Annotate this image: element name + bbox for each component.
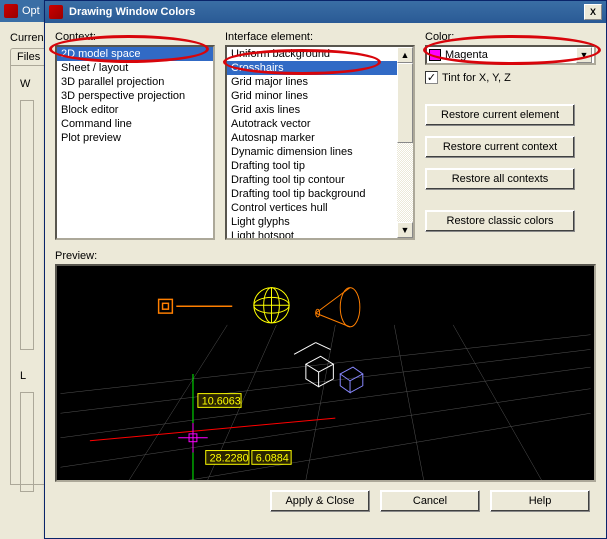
preview-label: Preview: xyxy=(55,250,596,262)
cancel-button[interactable]: Cancel xyxy=(380,490,480,512)
interface-item[interactable]: Light hotspot xyxy=(227,229,413,240)
restore-context-button[interactable]: Restore current context xyxy=(425,136,575,158)
svg-text:28.2280: 28.2280 xyxy=(210,452,249,464)
scroll-thumb[interactable] xyxy=(397,63,413,143)
context-item-command-line[interactable]: Command line xyxy=(57,117,213,131)
interface-scrollbar[interactable]: ▲ ▼ xyxy=(397,47,413,238)
interface-item[interactable]: Control vertices hull xyxy=(227,201,413,215)
options-group xyxy=(20,392,34,492)
close-icon: X xyxy=(590,8,596,17)
context-item-2d-model-space[interactable]: 2D model space xyxy=(57,47,213,61)
context-item-3d-perspective[interactable]: 3D perspective projection xyxy=(57,89,213,103)
close-button[interactable]: X xyxy=(584,4,602,20)
context-item-3d-parallel[interactable]: 3D parallel projection xyxy=(57,75,213,89)
interface-label: Interface element: xyxy=(225,31,415,43)
interface-item[interactable]: Grid axis lines xyxy=(227,103,413,117)
restore-all-button[interactable]: Restore all contexts xyxy=(425,168,575,190)
app-icon xyxy=(4,4,18,18)
interface-item-crosshairs[interactable]: Crosshairs xyxy=(227,61,413,75)
preview-svg: 10.6063 28.2280 6.0884 xyxy=(57,266,594,480)
interface-item[interactable]: Uniform background xyxy=(227,47,413,61)
tint-checkbox[interactable]: ✓ xyxy=(425,71,438,84)
dropdown-button[interactable]: ▼ xyxy=(576,47,592,63)
app-icon xyxy=(49,5,63,19)
context-listbox[interactable]: 2D model space Sheet / layout 3D paralle… xyxy=(55,45,215,240)
chevron-up-icon: ▲ xyxy=(401,51,410,60)
interface-item[interactable]: Drafting tool tip contour xyxy=(227,173,413,187)
restore-element-button[interactable]: Restore current element xyxy=(425,104,575,126)
interface-item[interactable]: Dynamic dimension lines xyxy=(227,145,413,159)
context-item-sheet-layout[interactable]: Sheet / layout xyxy=(57,61,213,75)
drawing-window-colors-dialog: Drawing Window Colors X Context: 2D mode… xyxy=(44,0,607,539)
scroll-track[interactable] xyxy=(397,63,413,222)
color-swatch-icon xyxy=(429,49,441,61)
interface-item[interactable]: Autotrack vector xyxy=(227,117,413,131)
options-title: Opt xyxy=(22,5,40,17)
chevron-down-icon: ▼ xyxy=(580,51,589,60)
interface-item[interactable]: Drafting tool tip background xyxy=(227,187,413,201)
tab-files[interactable]: Files xyxy=(10,48,47,65)
tint-label: Tint for X, Y, Z xyxy=(442,72,511,84)
scroll-down-button[interactable]: ▼ xyxy=(397,222,413,238)
color-dropdown[interactable]: Magenta ▼ xyxy=(425,45,596,65)
color-value: Magenta xyxy=(445,49,576,61)
chevron-down-icon: ▼ xyxy=(401,226,410,235)
context-item-block-editor[interactable]: Block editor xyxy=(57,103,213,117)
context-item-plot-preview[interactable]: Plot preview xyxy=(57,131,213,145)
apply-close-button[interactable]: Apply & Close xyxy=(270,490,370,512)
svg-text:6.0884: 6.0884 xyxy=(256,452,289,464)
options-group xyxy=(20,100,34,350)
preview-pane: 10.6063 28.2280 6.0884 xyxy=(55,264,596,482)
interface-item[interactable]: Grid major lines xyxy=(227,75,413,89)
interface-item[interactable]: Grid minor lines xyxy=(227,89,413,103)
restore-classic-button[interactable]: Restore classic colors xyxy=(425,210,575,232)
dialog-titlebar[interactable]: Drawing Window Colors X xyxy=(45,1,606,23)
scroll-up-button[interactable]: ▲ xyxy=(397,47,413,63)
check-icon: ✓ xyxy=(427,71,436,84)
context-label: Context: xyxy=(55,31,215,43)
help-button[interactable]: Help xyxy=(490,490,590,512)
interface-listbox[interactable]: Uniform background Crosshairs Grid major… xyxy=(225,45,415,240)
svg-text:10.6063: 10.6063 xyxy=(202,395,241,407)
interface-item[interactable]: Autosnap marker xyxy=(227,131,413,145)
dialog-title: Drawing Window Colors xyxy=(69,6,195,18)
interface-item[interactable]: Light glyphs xyxy=(227,215,413,229)
color-label: Color: xyxy=(425,31,596,43)
interface-item[interactable]: Drafting tool tip xyxy=(227,159,413,173)
